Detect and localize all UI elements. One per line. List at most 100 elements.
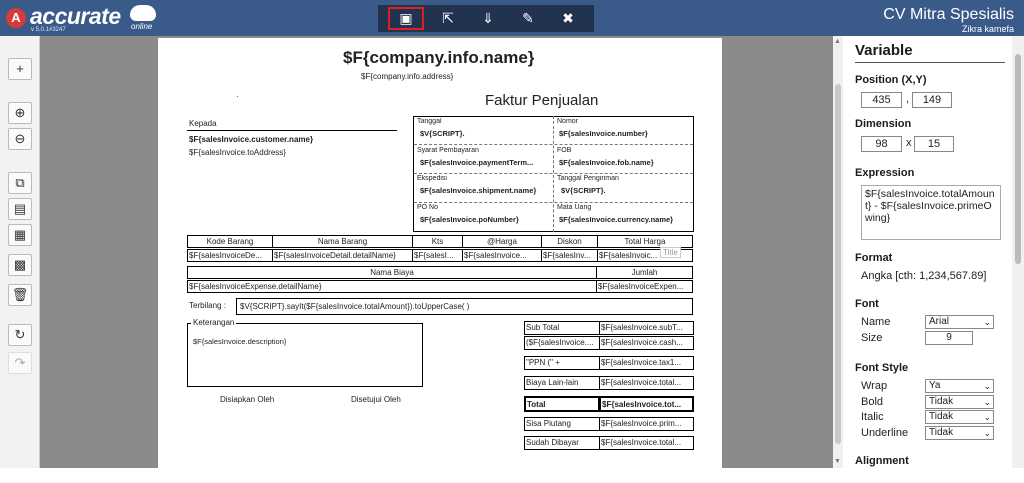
- table-header[interactable]: Nama Biaya: [187, 266, 597, 279]
- underline-select[interactable]: Tidak ⌄: [925, 426, 994, 440]
- expression-input[interactable]: $F{salesInvoice.totalAmount} - $F{salesI…: [861, 185, 1001, 240]
- company-address-field[interactable]: $F{company.info.address}: [361, 72, 453, 81]
- close-button[interactable]: ✖: [550, 7, 586, 30]
- delete-button[interactable]: 🗑: [8, 284, 32, 306]
- table-header[interactable]: Diskon: [541, 235, 598, 248]
- table-header[interactable]: Nama Barang: [272, 235, 413, 248]
- scroll-up-icon[interactable]: ▲: [834, 38, 841, 45]
- summary-value[interactable]: $F{salesInvoice.tax1...: [599, 356, 694, 370]
- terbilang-label[interactable]: Terbilang :: [189, 301, 226, 310]
- customer-address-field[interactable]: $F{salesInvoice.toAddress}: [189, 148, 286, 157]
- summary-label[interactable]: Sudah Dibayar: [524, 436, 600, 450]
- preview-button[interactable]: ✎: [510, 7, 546, 30]
- summary-value[interactable]: $F{salesInvoice.prim...: [599, 417, 694, 431]
- info-value[interactable]: $F{salesInvoice.shipment.name}: [420, 186, 550, 195]
- summary-label[interactable]: Sub Total: [524, 321, 600, 335]
- table-header[interactable]: Kode Barang: [187, 235, 273, 248]
- position-y-input[interactable]: 149: [912, 92, 952, 108]
- panel-scroll-thumb[interactable]: [1015, 54, 1021, 264]
- keterangan-field[interactable]: $F{salesInvoice.description}: [193, 337, 286, 346]
- keterangan-label[interactable]: Keterangan: [191, 318, 237, 327]
- info-label[interactable]: Tanggal: [417, 118, 442, 125]
- info-value[interactable]: $F{salesInvoice.number}: [559, 129, 648, 138]
- report-page[interactable]: $F{company.info.name} $F{company.info.ad…: [158, 38, 722, 468]
- dimension-height-input[interactable]: 15: [914, 136, 954, 152]
- cloud-icon: [130, 5, 156, 21]
- left-tool-panel: + ⊕ ⊖ ⧉ ▤ ▦ ▩ 🗑 ↻ ↷: [0, 36, 40, 468]
- info-value[interactable]: $F{salesInvoice.currency.name}: [559, 215, 673, 224]
- summary-value[interactable]: $F{salesInvoice.total...: [599, 436, 694, 450]
- summary-value[interactable]: $F{salesInvoice.tot...: [599, 396, 694, 412]
- info-label[interactable]: PO No: [417, 204, 438, 211]
- table-cell[interactable]: $F{salesInvoiceExpen...: [596, 280, 693, 293]
- table-cell[interactable]: $F{salesInvoiceExpense.detailName}: [187, 280, 597, 293]
- save-button[interactable]: ▣: [388, 7, 424, 30]
- table-header[interactable]: @Harga: [462, 235, 542, 248]
- scroll-thumb[interactable]: [835, 84, 841, 444]
- summary-label[interactable]: Biaya Lain-lain: [524, 376, 600, 390]
- bold-select[interactable]: Tidak ⌄: [925, 395, 994, 409]
- info-label[interactable]: Syarat Pembayaran: [417, 147, 479, 154]
- company-name-field[interactable]: $F{company.info.name}: [343, 48, 534, 68]
- import-button[interactable]: ⇓: [470, 7, 506, 30]
- summary-value[interactable]: $F{salesInvoice.cash...: [599, 336, 694, 350]
- italic-label: Italic: [861, 411, 884, 423]
- table-header[interactable]: Kts: [412, 235, 463, 248]
- wrap-select[interactable]: Ya ⌄: [925, 379, 994, 393]
- position-x-input[interactable]: 435: [861, 92, 902, 108]
- table-cell[interactable]: $F{salesI...: [412, 249, 463, 262]
- properties-panel: ▲ ▼ Variable Position (X,Y) 435 , 149 Di…: [833, 36, 1024, 468]
- font-size-input[interactable]: 9: [925, 331, 973, 345]
- info-label[interactable]: Tanggal Pengiriman: [557, 175, 619, 182]
- dimension-width-input[interactable]: 98: [861, 136, 902, 152]
- table-header[interactable]: Jumlah: [596, 266, 693, 279]
- italic-select[interactable]: Tidak ⌄: [925, 410, 994, 424]
- info-value[interactable]: $F{salesInvoice.poNumber}: [420, 215, 519, 224]
- terbilang-field[interactable]: $V{SCRIPT}.sayIt($F{salesInvoice.totalAm…: [236, 298, 693, 315]
- table-cell[interactable]: $F{salesInvoiceDetail.detailName}: [272, 249, 413, 262]
- canvas-scrollbar[interactable]: ▲ ▼: [833, 36, 843, 468]
- info-value[interactable]: $V{SCRIPT}.: [420, 129, 465, 138]
- summary-value[interactable]: $F{salesInvoice.total...: [599, 376, 694, 390]
- doc-title[interactable]: Faktur Penjualan: [485, 92, 598, 109]
- table-cell[interactable]: $F{salesInvoiceDe...: [187, 249, 273, 262]
- info-value[interactable]: $F{salesInvoice.fob.name}: [559, 158, 654, 167]
- close-icon: ✖: [562, 10, 574, 26]
- undo-button[interactable]: ↻: [8, 324, 32, 346]
- zoom-in-button[interactable]: ⊕: [8, 102, 32, 124]
- add-element-button[interactable]: +: [8, 58, 32, 80]
- info-label[interactable]: Ekspedisi: [417, 175, 447, 182]
- export-button[interactable]: ⇱: [430, 7, 466, 30]
- customer-name-field[interactable]: $F{salesInvoice.customer.name}: [189, 135, 313, 144]
- company-name[interactable]: CV Mitra Spesialis: [883, 6, 1014, 24]
- redo-button[interactable]: ↷: [8, 352, 32, 374]
- table-cell[interactable]: $F{salesInvoice...: [462, 249, 542, 262]
- copy-button[interactable]: ⧉: [8, 172, 32, 194]
- zoom-out-button[interactable]: ⊖: [8, 128, 32, 150]
- kepada-label[interactable]: Kepada: [189, 119, 217, 128]
- info-label[interactable]: Mata Uang: [557, 204, 591, 211]
- paste-button[interactable]: ▤: [8, 198, 32, 220]
- summary-label[interactable]: Sisa Piutang: [524, 417, 600, 431]
- design-canvas[interactable]: $F{company.info.name} $F{company.info.ad…: [40, 36, 833, 468]
- info-value[interactable]: $V{SCRIPT}.: [561, 186, 606, 195]
- table-cell[interactable]: $F{salesInv...: [541, 249, 598, 262]
- info-label[interactable]: FOB: [557, 147, 571, 154]
- bring-front-button[interactable]: ▦: [8, 224, 32, 246]
- font-name-select[interactable]: Arial ⌄: [925, 315, 994, 329]
- info-value[interactable]: $F{salesInvoice.paymentTerm...: [420, 158, 550, 167]
- position-separator: ,: [906, 93, 910, 105]
- prepared-by-label[interactable]: Disiapkan Oleh: [220, 395, 274, 404]
- panel-scrollbar[interactable]: [1012, 36, 1024, 468]
- summary-label[interactable]: "PPN (" +: [524, 356, 600, 370]
- summary-value[interactable]: $F{salesInvoice.subT...: [599, 321, 694, 335]
- info-label[interactable]: Nomor: [557, 118, 578, 125]
- summary-label[interactable]: ($F{salesInvoice....: [524, 336, 600, 350]
- format-value[interactable]: Angka [cth: 1,234,567.89]: [861, 270, 986, 282]
- redo-icon: ↷: [14, 355, 26, 370]
- scroll-down-icon[interactable]: ▼: [834, 458, 841, 465]
- send-back-button[interactable]: ▩: [8, 254, 32, 276]
- approved-by-label[interactable]: Disetujui Oleh: [351, 395, 401, 404]
- summary-label[interactable]: Total: [524, 396, 600, 412]
- accurate-logo-text: accurate: [30, 3, 121, 29]
